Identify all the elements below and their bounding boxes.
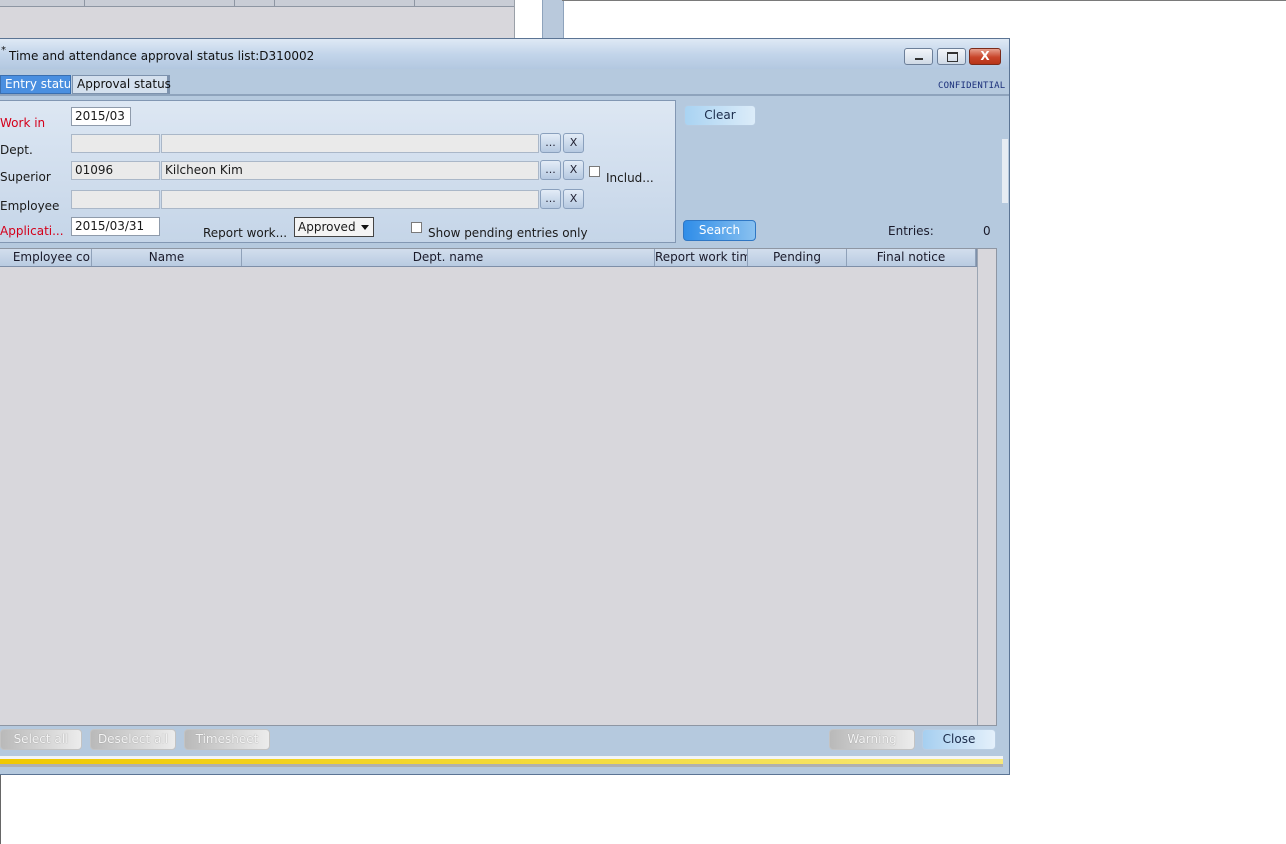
application-date-label: Applicati... [0, 224, 64, 238]
background-window-border [0, 775, 1, 844]
superior-code-input[interactable]: 01096 [71, 161, 160, 180]
entries-count: 0 [983, 224, 991, 238]
background-window-edge [542, 0, 564, 40]
report-work-selected: Approved [298, 220, 356, 234]
employee-name-input[interactable] [161, 190, 539, 209]
title-bar[interactable]: * Time and attendance approval status li… [0, 39, 1009, 69]
tab-divider [0, 94, 1009, 96]
approval-status-window: * Time and attendance approval status li… [0, 38, 1010, 775]
background-window [0, 0, 515, 40]
window-title: Time and attendance approval status list… [9, 49, 315, 63]
column-employee-code[interactable]: Employee co [0, 249, 92, 266]
close-window-button[interactable]: X [969, 48, 1001, 65]
maximize-button[interactable] [937, 48, 966, 65]
report-work-select[interactable]: Approved [294, 217, 374, 237]
dept-code-input[interactable] [71, 134, 160, 153]
superior-name-input[interactable]: Kilcheon Kim [161, 161, 539, 180]
clear-button[interactable]: Clear [684, 105, 756, 126]
include-label: Includ... [606, 171, 654, 185]
superior-label: Superior [0, 170, 51, 184]
chevron-down-icon [361, 225, 369, 230]
employee-code-input[interactable] [71, 190, 160, 209]
timesheet-button[interactable]: Timesheet [184, 729, 270, 750]
modified-marker: * [1, 45, 6, 56]
superior-clear-button[interactable]: X [563, 160, 584, 180]
close-icon: X [980, 49, 990, 63]
pending-only-label: Show pending entries only [428, 226, 588, 240]
work-in-input[interactable]: 2015/03 [71, 107, 131, 126]
column-name[interactable]: Name [92, 249, 242, 266]
status-stripe-shadow [0, 764, 1003, 767]
warning-button[interactable]: Warning [829, 729, 915, 750]
column-dept-name[interactable]: Dept. name [242, 249, 655, 266]
dept-label: Dept. [0, 143, 33, 157]
deselect-all-button[interactable]: Deselect all [90, 729, 176, 750]
confidential-label: CONFIDENTIAL [938, 81, 1006, 91]
dept-name-input[interactable] [161, 134, 539, 153]
work-in-label: Work in [0, 116, 46, 130]
tab-entry-status[interactable]: Entry status [0, 75, 71, 94]
search-button[interactable]: Search [683, 220, 756, 241]
close-button[interactable]: Close [922, 729, 996, 750]
column-final-notice[interactable]: Final notice [847, 249, 976, 266]
employee-lookup-button[interactable]: ... [540, 189, 561, 209]
background-window-border [562, 0, 1286, 1]
application-date-input[interactable]: 2015/03/31 [71, 217, 160, 236]
background-grid-header [0, 0, 514, 7]
entries-label: Entries: [888, 224, 934, 238]
tab-approval-status[interactable]: Approval status [72, 75, 171, 94]
pending-only-checkbox[interactable] [411, 222, 422, 233]
column-report-work-time[interactable]: Report work tim [655, 249, 748, 266]
dept-lookup-button[interactable]: ... [540, 133, 561, 153]
superior-lookup-button[interactable]: ... [540, 160, 561, 180]
window-scrollbar[interactable] [1002, 139, 1008, 203]
employee-label: Employee [0, 199, 60, 213]
maximize-icon [947, 52, 958, 62]
minimize-icon [915, 58, 923, 60]
report-work-label: Report work... [203, 226, 288, 240]
dept-clear-button[interactable]: X [563, 133, 584, 153]
grid-column-border [977, 249, 978, 725]
minimize-button[interactable] [904, 48, 933, 65]
search-criteria-panel: Work in 2015/03 Dept. ... X Superior 010… [0, 100, 676, 243]
results-grid[interactable]: Employee co Name Dept. name Report work … [0, 248, 997, 726]
column-pending[interactable]: Pending [748, 249, 847, 266]
employee-clear-button[interactable]: X [563, 189, 584, 209]
select-all-button[interactable]: Select all [0, 729, 82, 750]
grid-header: Employee co Name Dept. name Report work … [0, 249, 977, 267]
tab-bar: Entry status Approval status CONFIDENTIA… [0, 69, 1009, 95]
include-checkbox[interactable] [589, 166, 600, 177]
